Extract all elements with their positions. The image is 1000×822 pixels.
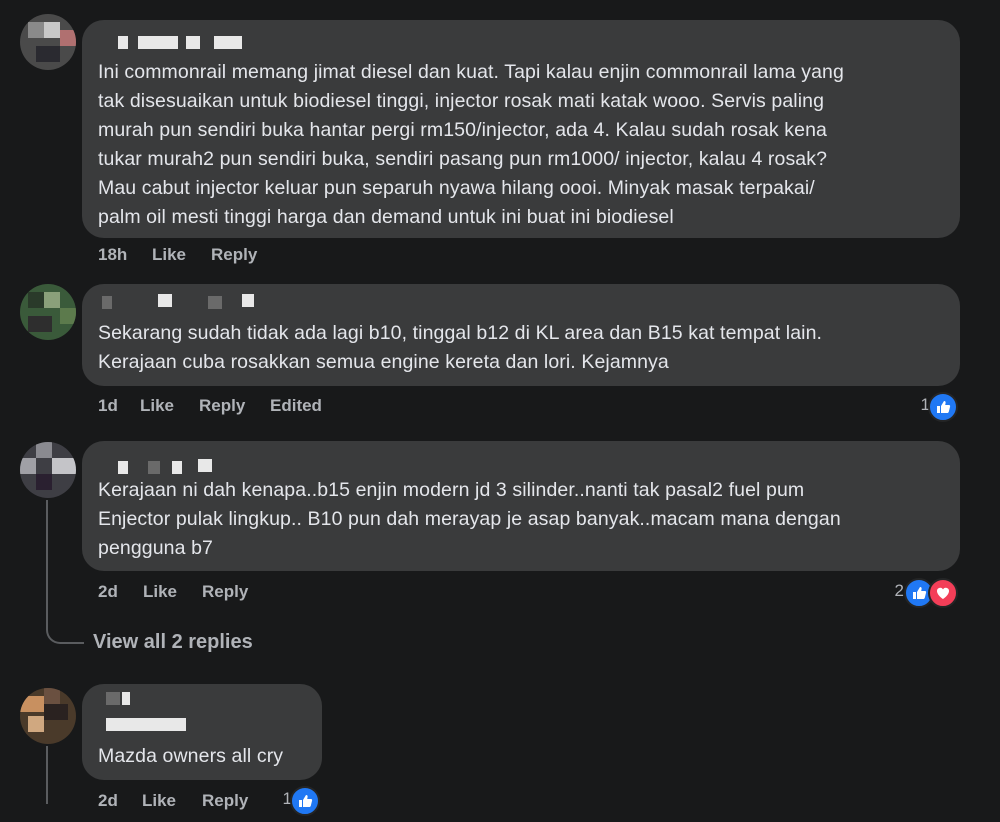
reply-link[interactable]: Reply xyxy=(202,582,248,602)
like-icon xyxy=(290,786,320,816)
comment-bubble: Kerajaan ni dah kenapa..b15 enjin modern… xyxy=(82,441,960,571)
view-replies-link[interactable]: View all 2 replies xyxy=(93,631,253,654)
comment-time[interactable]: 18h xyxy=(98,245,127,265)
comment-actions: 1d Like Reply Edited xyxy=(98,396,418,418)
comment-text: Sekarang sudah tidak ada lagi b10, tingg… xyxy=(98,322,823,373)
avatar[interactable] xyxy=(20,284,76,340)
love-icon xyxy=(928,578,958,608)
comment-bubble: Mazda owners all cry xyxy=(82,684,322,780)
thread-connector xyxy=(46,746,48,804)
comment-actions: 18h Like Reply xyxy=(98,245,398,267)
comment-time[interactable]: 1d xyxy=(98,396,118,416)
comment-time[interactable]: 2d xyxy=(98,791,118,811)
comment-bubble: Sekarang sudah tidak ada lagi b10, tingg… xyxy=(82,284,960,386)
reaction-summary[interactable]: 1 xyxy=(262,786,322,816)
reaction-summary[interactable]: 2 xyxy=(872,578,960,608)
like-icon xyxy=(928,392,958,422)
comment-text: Kerajaan ni dah kenapa..b15 enjin modern… xyxy=(98,479,841,559)
edited-label[interactable]: Edited xyxy=(270,396,322,416)
reaction-summary[interactable]: 1 xyxy=(900,392,960,422)
comment-actions: 2d Like Reply xyxy=(98,582,398,604)
like-link[interactable]: Like xyxy=(142,791,176,811)
comment-time[interactable]: 2d xyxy=(98,582,118,602)
avatar[interactable] xyxy=(20,688,76,744)
like-link[interactable]: Like xyxy=(140,396,174,416)
reply-link[interactable]: Reply xyxy=(211,245,257,265)
comment-text: Ini commonrail memang jimat diesel dan k… xyxy=(98,61,844,228)
reaction-count: 2 xyxy=(894,581,904,600)
reply-link[interactable]: Reply xyxy=(202,791,248,811)
thread-connector xyxy=(46,500,84,644)
avatar[interactable] xyxy=(20,14,76,70)
comment-text: Mazda owners all cry xyxy=(98,745,284,767)
like-link[interactable]: Like xyxy=(143,582,177,602)
avatar[interactable] xyxy=(20,442,76,498)
reply-link[interactable]: Reply xyxy=(199,396,245,416)
comment-bubble: Ini commonrail memang jimat diesel dan k… xyxy=(82,20,960,238)
like-link[interactable]: Like xyxy=(152,245,186,265)
